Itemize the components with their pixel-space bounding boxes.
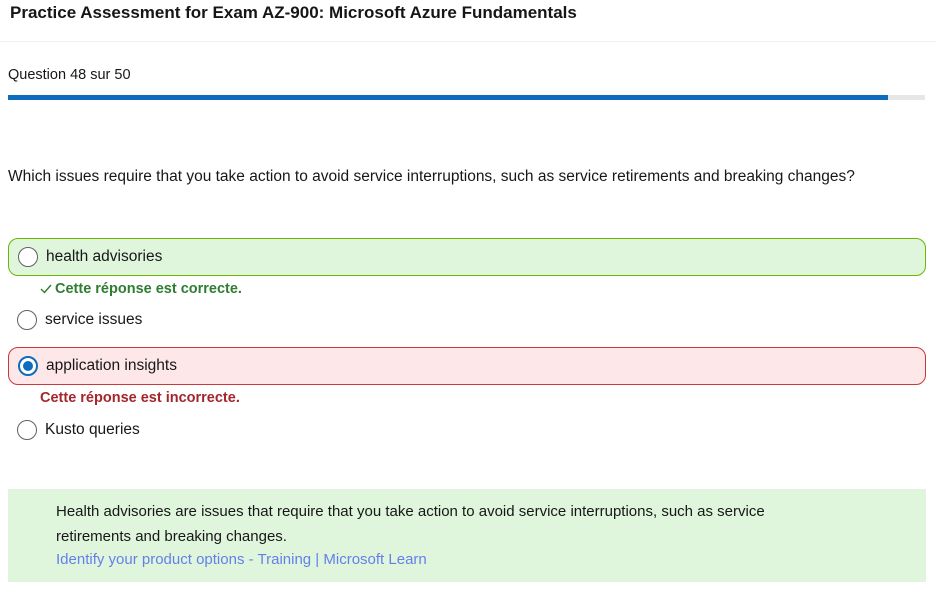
radio-dot (23, 361, 33, 371)
answer-option-service-issues[interactable]: service issues (8, 301, 926, 339)
answer-label: Kusto queries (45, 421, 140, 438)
header: Practice Assessment for Exam AZ-900: Mic… (0, 0, 936, 42)
correct-feedback-text: Cette réponse est correcte. (55, 281, 242, 297)
correct-feedback: Cette réponse est correcte. (40, 281, 242, 297)
progress-label: Question 48 sur 50 (8, 67, 131, 83)
radio-button-selected[interactable] (18, 356, 38, 376)
page-title: Practice Assessment for Exam AZ-900: Mic… (10, 3, 577, 22)
answer-label: application insights (46, 357, 177, 374)
radio-button[interactable] (18, 247, 38, 267)
explanation-panel: Health advisories are issues that requir… (8, 489, 926, 582)
incorrect-feedback: Cette réponse est incorrecte. (40, 390, 240, 406)
learn-link[interactable]: Identify your product options - Training… (56, 551, 427, 568)
progress-bar (8, 95, 925, 100)
answer-label: service issues (45, 311, 143, 328)
progress-fill (8, 95, 889, 100)
answer-option-kusto-queries[interactable]: Kusto queries (8, 411, 926, 449)
explanation-text: Health advisories are issues that requir… (56, 503, 765, 545)
answer-label: health advisories (46, 248, 163, 265)
answer-option-health-advisories[interactable]: health advisories (8, 238, 926, 276)
radio-button[interactable] (17, 420, 37, 440)
question-text: Which issues require that you take actio… (8, 168, 855, 185)
radio-button[interactable] (17, 310, 37, 330)
checkmark-icon (40, 284, 52, 294)
answer-option-application-insights[interactable]: application insights (8, 347, 926, 385)
